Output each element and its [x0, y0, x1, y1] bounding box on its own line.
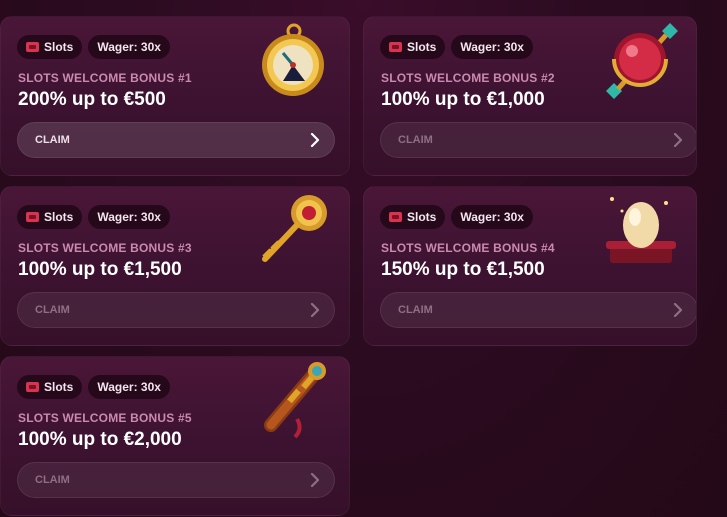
bonus-card-5: Slots Wager: 30x SLOTS WELCOME BONUS #5 …: [0, 356, 350, 516]
bonus-title: SLOTS WELCOME BONUS #5: [18, 411, 192, 425]
bonus-amount: 150% up to €1,500: [381, 259, 545, 280]
bonus-title: SLOTS WELCOME BONUS #1: [18, 71, 192, 85]
wager-tag: Wager: 30x: [451, 35, 533, 59]
wager-tag-label: Wager: 30x: [97, 40, 161, 54]
bonus-amount: 100% up to €1,500: [18, 259, 182, 280]
category-tag-label: Slots: [44, 380, 74, 394]
claim-button[interactable]: CLAIM: [17, 122, 335, 158]
claim-label: CLAIM: [35, 474, 70, 486]
ruby-amulet-icon: [606, 23, 678, 99]
bonus-card-3: Slots Wager: 30x SLOTS WELCOME BONUS #3 …: [0, 186, 350, 346]
wager-tag: Wager: 30x: [451, 205, 533, 229]
chevron-right-icon: [673, 133, 683, 147]
wager-tag-label: Wager: 30x: [460, 40, 524, 54]
tag-row: Slots Wager: 30x: [17, 205, 170, 229]
tag-row: Slots Wager: 30x: [17, 35, 170, 59]
slots-icon: [26, 42, 39, 52]
bonus-card-1: Slots Wager: 30x SLOTS WELCOME BONUS #1 …: [0, 16, 350, 176]
claim-button[interactable]: CLAIM: [380, 122, 696, 158]
wager-tag: Wager: 30x: [88, 375, 170, 399]
claim-label: CLAIM: [35, 134, 70, 146]
claim-button[interactable]: CLAIM: [380, 292, 696, 328]
wager-tag: Wager: 30x: [88, 205, 170, 229]
category-tag-label: Slots: [44, 40, 74, 54]
tag-row: Slots Wager: 30x: [380, 35, 533, 59]
claim-button[interactable]: CLAIM: [17, 292, 335, 328]
chevron-right-icon: [310, 133, 320, 147]
slots-icon: [26, 212, 39, 222]
wager-tag-label: Wager: 30x: [97, 210, 161, 224]
claim-label: CLAIM: [398, 304, 433, 316]
slots-icon: [26, 382, 39, 392]
pocket-watch-icon: [262, 23, 324, 96]
chevron-right-icon: [310, 473, 320, 487]
category-tag: Slots: [17, 35, 83, 59]
tag-row: Slots Wager: 30x: [17, 375, 170, 399]
tag-row: Slots Wager: 30x: [380, 205, 533, 229]
claim-label: CLAIM: [35, 304, 70, 316]
category-tag-label: Slots: [407, 40, 437, 54]
wager-tag: Wager: 30x: [88, 35, 170, 59]
bonus-title: SLOTS WELCOME BONUS #2: [381, 71, 555, 85]
category-tag-label: Slots: [44, 210, 74, 224]
wager-tag-label: Wager: 30x: [97, 380, 161, 394]
bonus-page: Slots Wager: 30x SLOTS WELCOME BONUS #1 …: [0, 0, 727, 517]
category-tag-label: Slots: [407, 210, 437, 224]
claim-label: CLAIM: [398, 134, 433, 146]
bonus-card-2: Slots Wager: 30x SLOTS WELCOME BONUS #2 …: [363, 16, 697, 176]
category-tag: Slots: [17, 375, 83, 399]
bonus-card-4: Slots Wager: 30x SLOTS WELCOME BONUS #4 …: [363, 186, 697, 346]
bonus-amount: 200% up to €500: [18, 89, 166, 110]
category-tag: Slots: [380, 205, 446, 229]
claim-button[interactable]: CLAIM: [17, 462, 335, 498]
chevron-right-icon: [310, 303, 320, 317]
bonus-amount: 100% up to €2,000: [18, 429, 182, 450]
category-tag: Slots: [17, 205, 83, 229]
spyglass-icon: [264, 362, 326, 439]
category-tag: Slots: [380, 35, 446, 59]
chevron-right-icon: [673, 303, 683, 317]
slots-icon: [389, 42, 402, 52]
bonus-title: SLOTS WELCOME BONUS #3: [18, 241, 192, 255]
bonus-title: SLOTS WELCOME BONUS #4: [381, 241, 555, 255]
bonus-amount: 100% up to €1,000: [381, 89, 545, 110]
wager-tag-label: Wager: 30x: [460, 210, 524, 224]
golden-key-icon: [262, 195, 327, 262]
golden-egg-icon: [606, 197, 676, 263]
slots-icon: [389, 212, 402, 222]
